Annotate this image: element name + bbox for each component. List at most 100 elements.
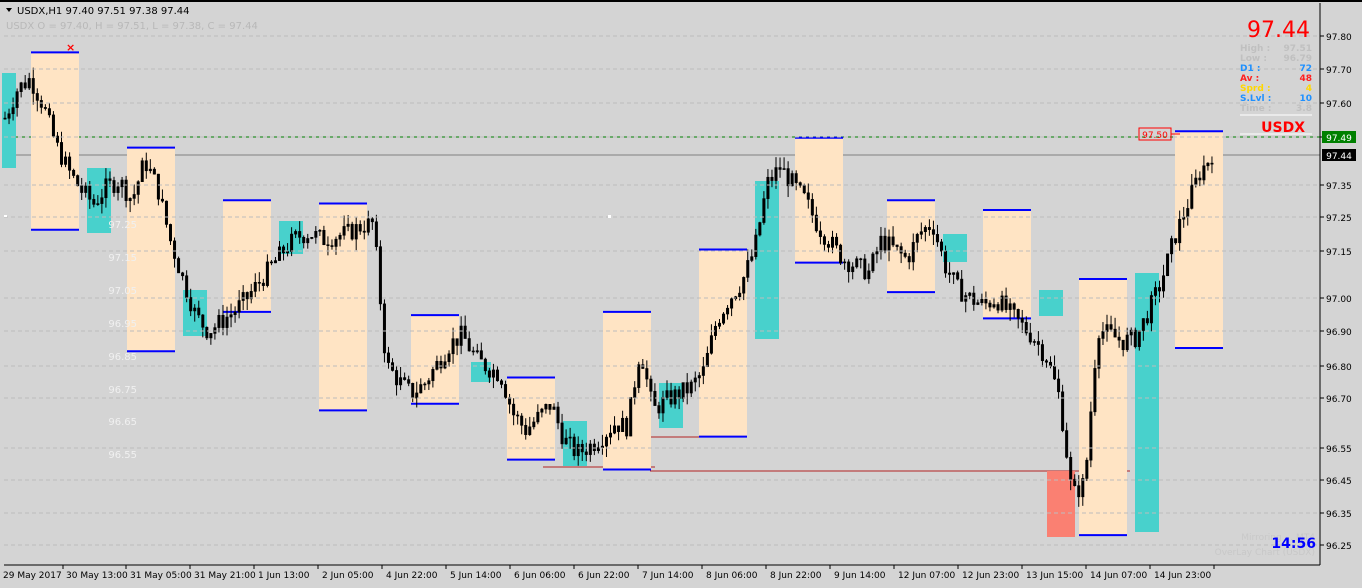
candle-body [661,397,665,414]
symbol-title: USDX,H1 97.40 97.51 97.38 97.44 [17,6,190,17]
time-tick-label: 13 Jun 15:00 [1026,571,1083,581]
candle-body [798,182,802,186]
candle-body [403,377,407,380]
left-edge-dot [4,215,7,217]
candle-body [1206,162,1210,167]
candle-body [1044,360,1048,363]
candle-body [245,292,249,300]
time-tick-label: 8 Jun 22:00 [770,571,822,581]
candle-body [322,229,326,246]
candle-body [378,246,382,305]
chart-window[interactable]: 97.80 97.70 97.60 97.50 97.35 97.25 97.15 97.00… [0,0,1362,584]
info-row-value: 3.8 [1296,104,1312,114]
candle-body [294,231,298,235]
candle-body [754,234,758,257]
candle-body [399,377,403,386]
candle-body [72,169,76,176]
candle-body [68,156,72,171]
candle-body [645,368,649,380]
candle-body [915,234,919,243]
candle-body [330,245,334,247]
candle-body [944,250,948,274]
candle-body [100,197,104,204]
candle-body [871,253,875,272]
candle-body [625,417,629,437]
price-tick-label: 96.70 [1326,395,1352,405]
info-row-value: 96.79 [1284,54,1312,64]
candle-body [1101,331,1105,339]
candle-body [366,218,370,233]
candle-body [3,117,7,120]
candle-body [576,443,580,457]
chart-top-border [0,0,1362,2]
candle-body [19,82,23,92]
candle-body [726,307,730,315]
candle-body [980,298,984,304]
candle-body [209,333,213,339]
candle-body [1057,378,1061,393]
candle-body [1065,430,1069,458]
candle-body [64,156,68,165]
chart-canvas[interactable]: 97.80 97.70 97.60 97.50 97.35 97.25 97.15 97.00… [0,0,1362,584]
candle-body [927,227,931,230]
candle-body [524,425,528,435]
candle-body [382,303,386,354]
candle-body [919,231,923,235]
time-tick-label: 12 Jun 23:00 [962,571,1019,581]
ghost-tick-label: 96.85 [108,352,137,363]
price-tick-label: 96.45 [1326,477,1352,487]
candle-body [1186,208,1190,218]
candle-body [1053,365,1057,380]
price-tick-label: 97.80 [1326,33,1352,43]
candle-body [261,282,265,286]
candle-body [1105,324,1109,332]
candle-body [1109,324,1113,330]
candle-body [613,425,617,434]
candle-body [923,227,927,233]
candle-body [189,297,193,312]
price-tick-label: 97.35 [1326,182,1352,192]
candle-body [774,167,778,181]
candle-body [1020,317,1024,323]
price-tick-label: 97.70 [1326,66,1352,76]
candle-body [314,231,318,238]
candle-body [80,185,84,193]
candle-body [120,179,124,188]
candle-body [956,272,960,280]
time-tick-label: 7 Jun 14:00 [642,571,694,581]
candle-body [423,383,427,386]
candle-body [419,384,423,394]
candle-body [1202,165,1206,181]
candle-body [277,246,281,261]
candle-body [843,261,847,264]
candle-body [564,437,568,445]
candle-body [1141,318,1145,331]
candle-body [1097,338,1101,369]
candle-body [306,238,310,244]
info-row-label: High : [1240,44,1270,54]
candle-body [532,421,536,428]
candle-body [592,443,596,452]
candle-body [60,142,64,165]
candle-body [528,426,532,435]
candle-body [213,327,217,334]
info-row-label: Sprd : [1240,84,1271,94]
candle-body [1174,238,1178,244]
candle-body [875,251,879,255]
info-row-value: 4 [1306,84,1312,94]
candle-body [286,251,290,254]
candle-body [895,244,899,247]
candle-body [1137,330,1141,347]
candle-body [39,100,43,108]
candle-body [156,173,160,200]
candle-body [455,338,459,346]
ghost-tick-label: 96.95 [108,319,137,330]
candle-body [88,185,92,200]
candle-body [318,229,322,232]
candle-body [633,387,637,398]
candle-body [1125,334,1129,351]
server-clock: 14:56 [1271,536,1316,552]
candle-body [899,246,903,254]
candle-body [290,233,294,252]
candle-body [177,258,181,274]
